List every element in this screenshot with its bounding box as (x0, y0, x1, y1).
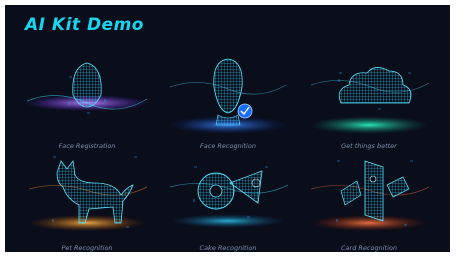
feature-grid: Face Registration Face Recognition Get t… (5, 5, 450, 252)
wireframe-face-check-icon (168, 58, 288, 134)
tile-get-things-better[interactable]: Get things better (299, 45, 439, 151)
wireframe-head-icon (25, 62, 149, 114)
wireframe-cake-icon (169, 166, 289, 228)
wireframe-cards-icon (310, 160, 430, 231)
wireframe-cloud-icon (309, 67, 430, 134)
tile-pet-recognition[interactable]: Pet Recognition (17, 147, 157, 252)
app-screen: AI Kit Demo Face Registration Face Recog… (5, 5, 450, 252)
tile-face-recognition[interactable]: Face Recognition (158, 45, 298, 151)
tile-cake-recognition[interactable]: Cake Recognition (158, 147, 298, 252)
tile-label: Pet Recognition (61, 244, 113, 252)
tile-card-recognition[interactable]: Card Recognition (299, 147, 439, 252)
wireframe-cat-icon (28, 156, 148, 231)
tile-face-registration[interactable]: Face Registration (17, 45, 157, 151)
tile-label: Cake Recognition (199, 244, 257, 252)
tile-label: Card Recognition (341, 244, 397, 252)
